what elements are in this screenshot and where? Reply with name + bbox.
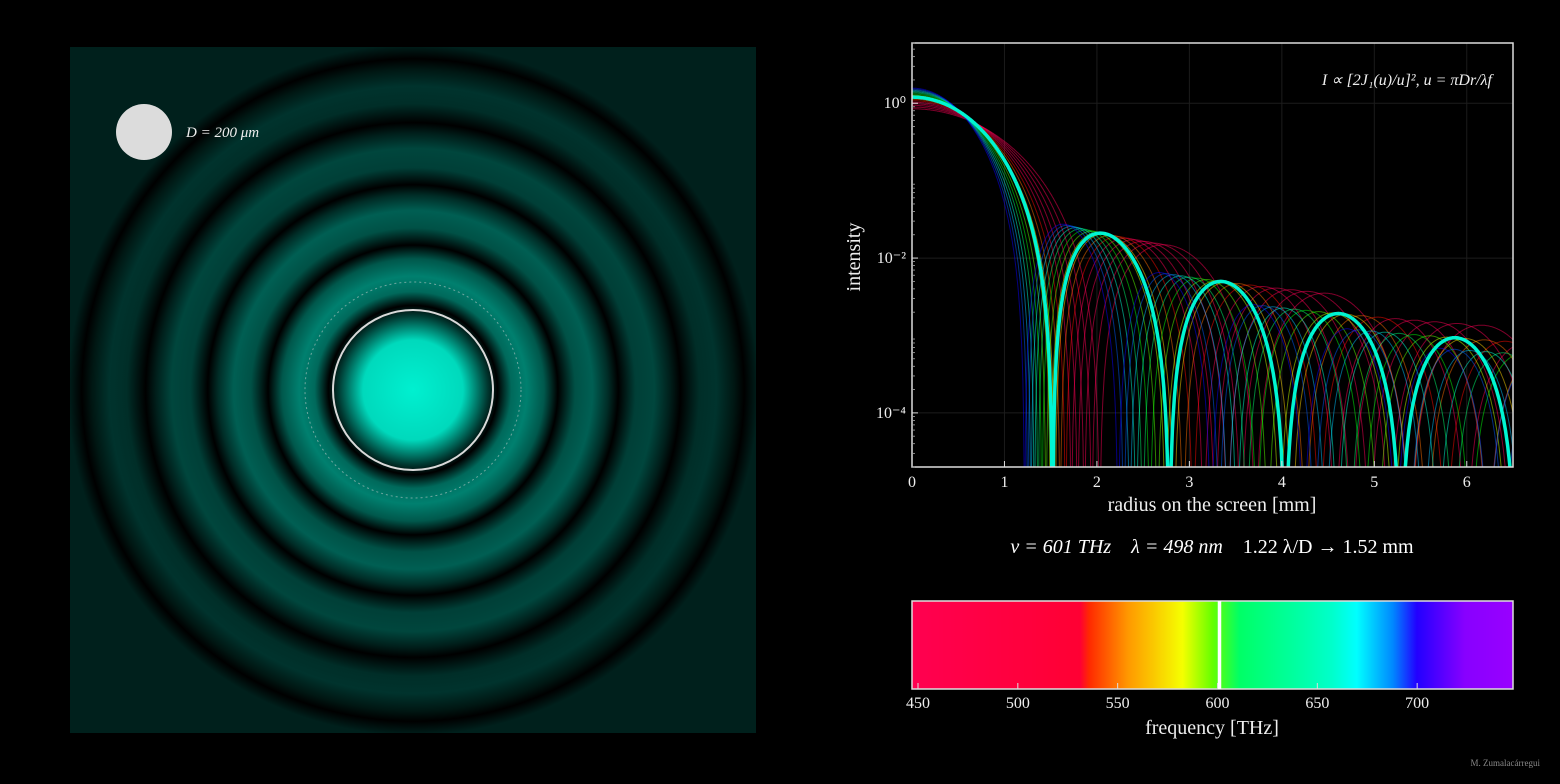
aperture-label: D = 200 μm: [185, 125, 259, 141]
y-axis-label: intensity: [843, 223, 865, 292]
airy-radius-readout: 1.22 λ/D → 1.52 mm: [1242, 536, 1414, 558]
colorbar-tick-label-3: 600: [1205, 695, 1229, 712]
frequency-colorbar: 450 500 550 600 650 700 frequency [THz]: [906, 600, 1514, 739]
colorbar-tick-label-0: 450: [906, 695, 930, 712]
x-tick-label-5: 5: [1370, 474, 1378, 491]
y-tick-label-1: 10⁻²: [877, 250, 906, 267]
diffraction-pattern: [70, 47, 756, 733]
colorbar-tick-label-1: 500: [1006, 695, 1030, 712]
diffraction-pattern-panel: D = 200 μm: [70, 47, 756, 733]
colorbar-tick-label-2: 550: [1106, 695, 1130, 712]
colorbar-tick-label-4: 650: [1305, 695, 1329, 712]
x-axis-label: radius on the screen [mm]: [1108, 494, 1317, 516]
spectrum-bar[interactable]: [911, 600, 1514, 690]
figure: D = 200 μm 0 1 2 3 4 5 6 10⁰ 10⁻² 10⁻⁴ I ∝ [2J₁(…: [0, 0, 1560, 780]
formula-annotation: I ∝ [2J₁(u)/u]², u = πDr/λf: [1321, 72, 1495, 89]
colorbar-label: frequency [THz]: [1145, 717, 1279, 739]
x-tick-label-4: 4: [1278, 474, 1286, 491]
wavelength-readout: ν = 601 THz λ = 498 nm 1.22 λ/D → 1.52 m…: [912, 536, 1512, 559]
figure-svg: D = 200 μm 0 1 2 3 4 5 6 10⁰ 10⁻² 10⁻⁴ I ∝ [2J₁(…: [70, 42, 1514, 739]
x-tick-label-1: 1: [1000, 474, 1008, 491]
x-tick-label-3: 3: [1185, 474, 1193, 491]
colorbar-tick-label-5: 700: [1405, 695, 1429, 712]
y-tick-label-2: 10⁻⁴: [876, 405, 906, 422]
x-tick-label-0: 0: [908, 474, 916, 491]
x-tick-label-2: 2: [1093, 474, 1101, 491]
x-tick-label-6: 6: [1463, 474, 1471, 491]
wavelength-value-readout: λ = 498 nm: [1131, 536, 1223, 558]
y-tick-label-0: 10⁰: [884, 95, 906, 112]
aperture-icon: [116, 104, 172, 160]
frequency-readout: ν = 601 THz: [1010, 536, 1112, 558]
author-credit: M. Zumalacárregui: [1470, 758, 1540, 768]
